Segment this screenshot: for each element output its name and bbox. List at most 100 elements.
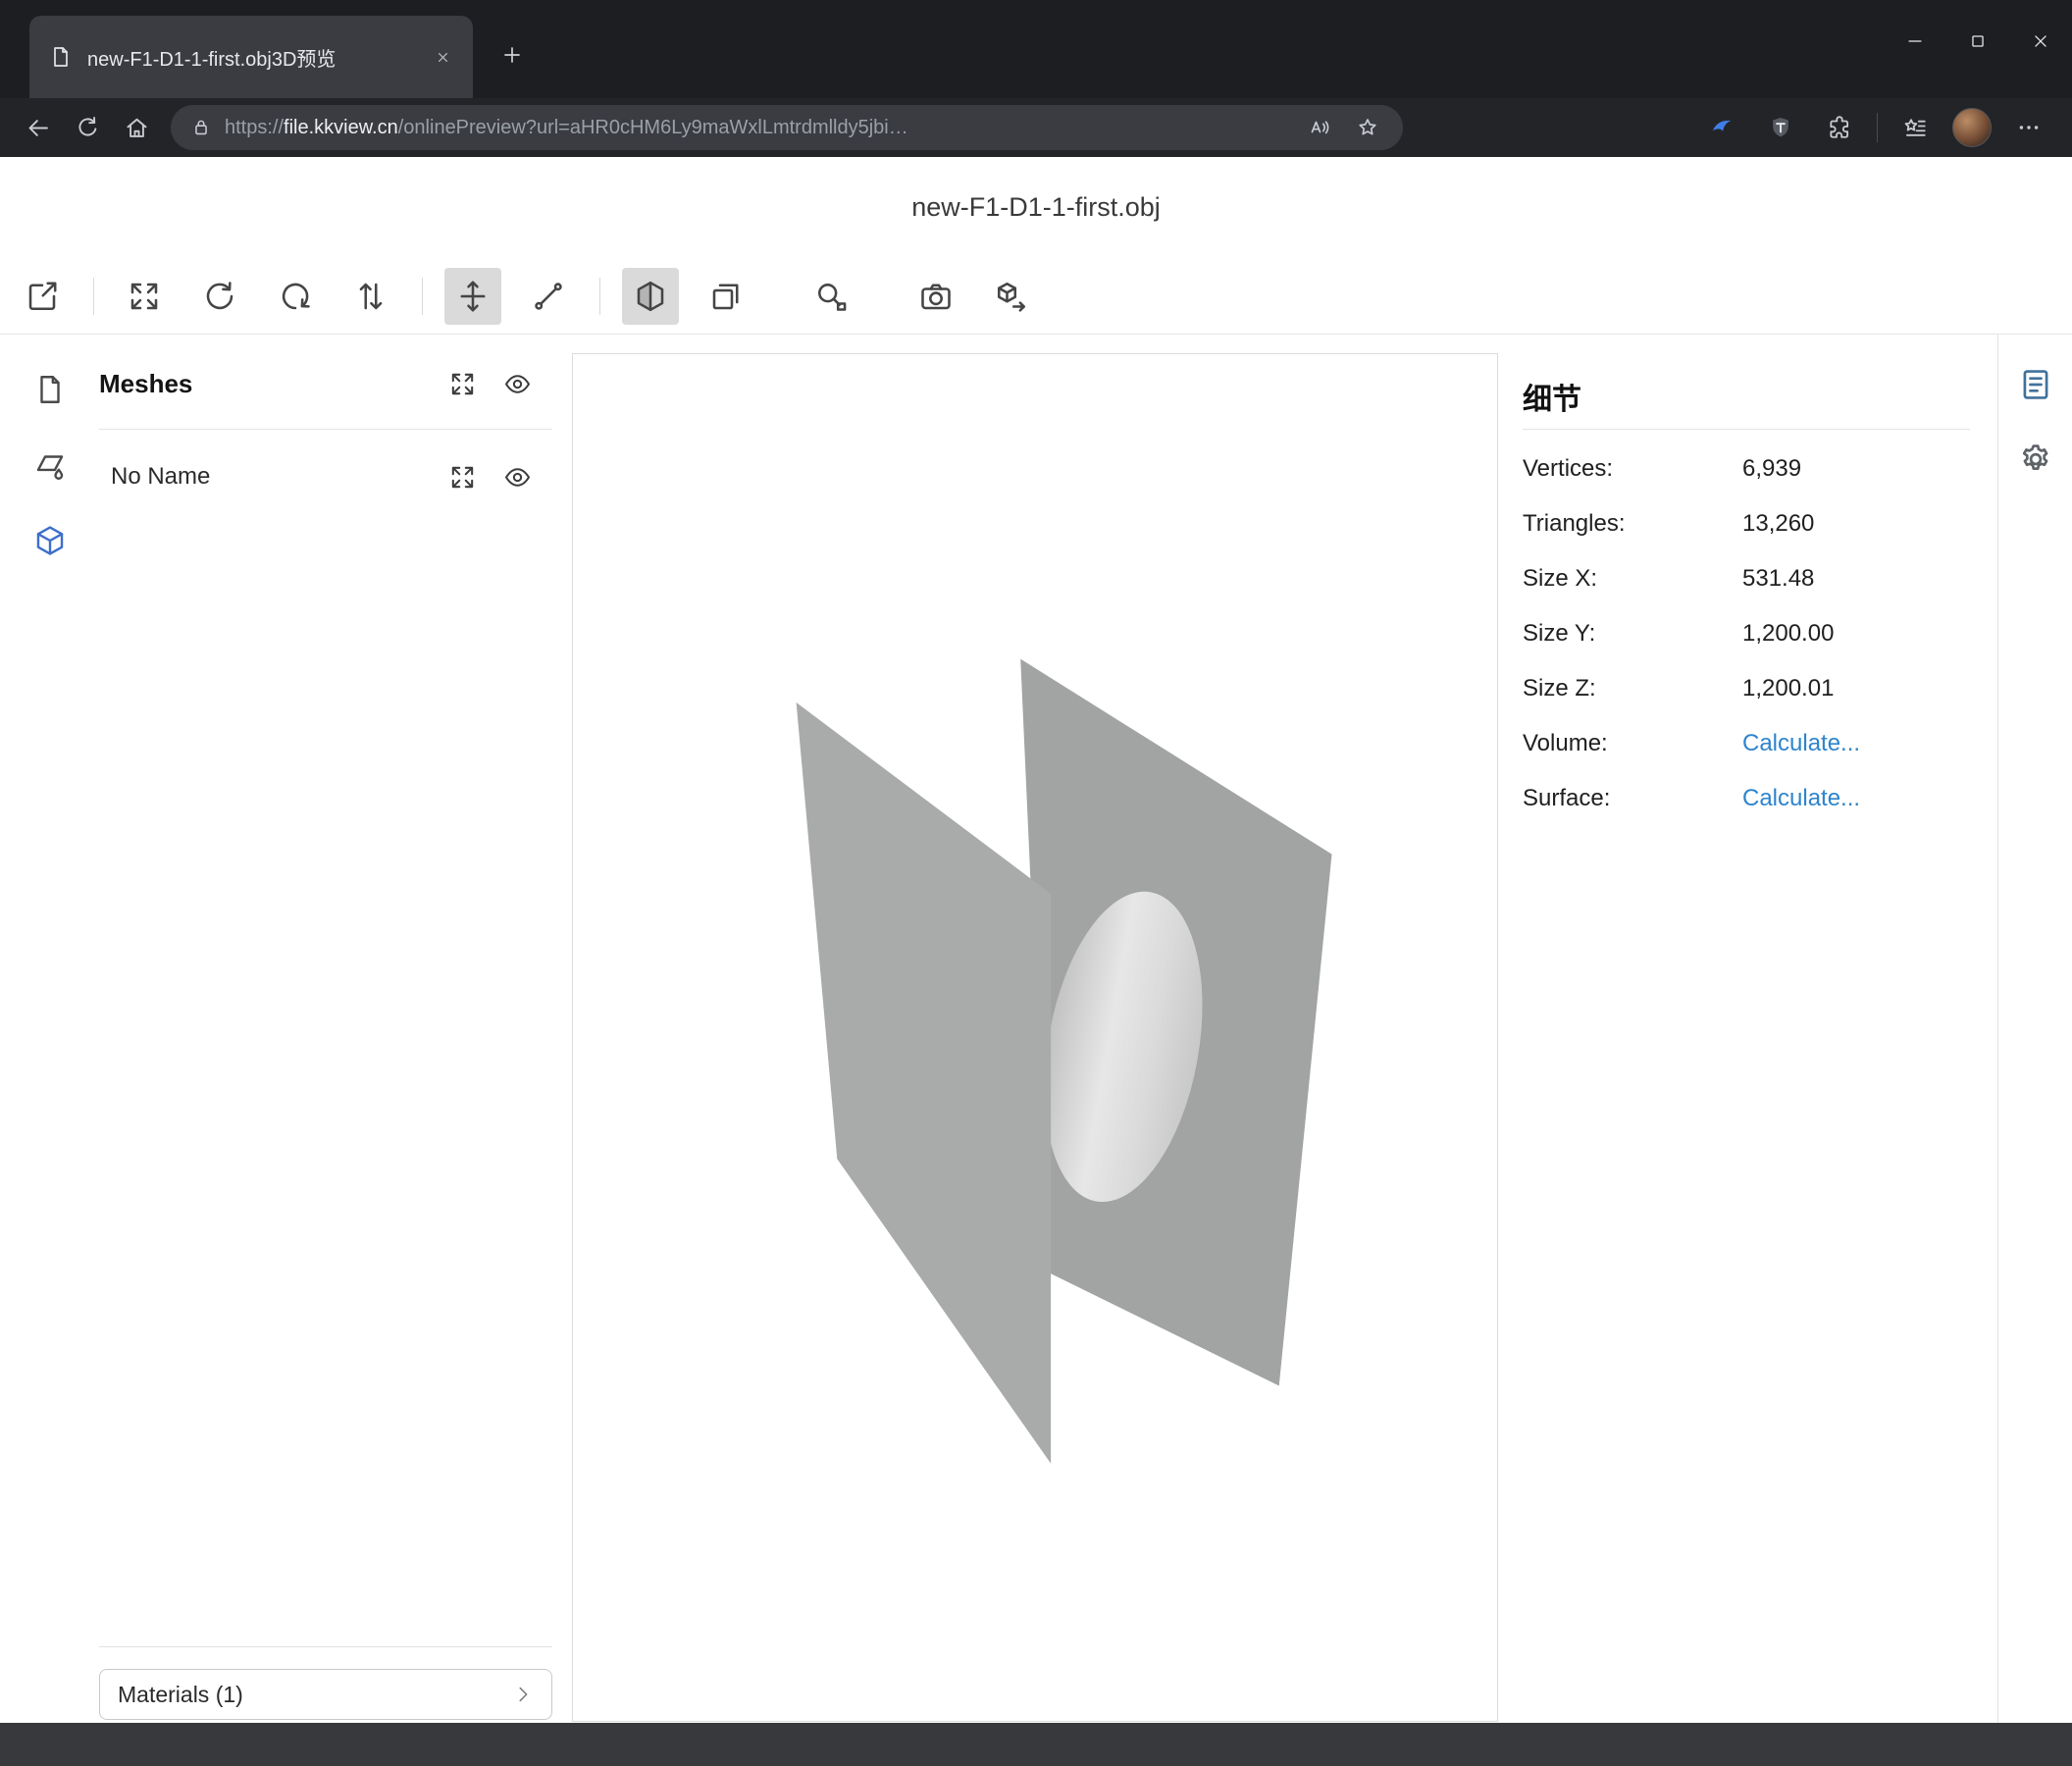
detail-label: Size Y: [1523,620,1742,648]
shield-extension-button[interactable] [1759,106,1802,149]
mesh-list-item[interactable]: No Name [99,453,552,500]
url-path: /onlinePreview?url=aHR0cHM6Ly9maWxlLmtrd… [398,117,908,138]
details-panel-toggle[interactable] [2015,364,2056,405]
copy-view-button[interactable] [698,268,754,325]
detail-value: 1,200.00 [1742,620,1834,648]
flip-vertical-button[interactable] [342,268,399,325]
cube-shaded-icon [633,279,668,314]
refresh-icon [75,115,101,141]
read-aloud-button[interactable] [1302,110,1337,145]
visibility-all-button[interactable] [501,368,533,399]
close-button[interactable] [2009,0,2072,82]
tab-document-icon [49,45,73,69]
bottom-bar [0,1723,2072,1766]
mesh-name: No Name [111,463,210,491]
refresh-button[interactable] [63,104,112,151]
divider [1523,429,1970,430]
back-button[interactable] [14,104,63,151]
export-model-button[interactable] [983,268,1040,325]
profile-avatar[interactable] [1952,108,1992,147]
eye-icon [503,370,532,398]
detail-label: Size Z: [1523,675,1742,702]
add-favorite-button[interactable] [1350,110,1385,145]
rotate-x-button[interactable] [191,268,248,325]
line-icon [531,279,566,314]
copy-icon [708,279,744,314]
measure-button[interactable] [803,268,859,325]
toolbar-separator [93,278,94,315]
detail-row: Surface: Calculate... [1523,771,1970,826]
home-button[interactable] [112,104,161,151]
model-tree-tab[interactable] [28,519,72,562]
materials-button[interactable]: Materials (1) [99,1669,552,1720]
screenshot-button[interactable] [907,268,964,325]
open-model-button[interactable] [14,268,71,325]
favorites-button[interactable] [1893,106,1937,149]
more-menu-icon [2016,115,2042,140]
pan-tool-button[interactable] [444,268,501,325]
detail-value: 531.48 [1742,565,1814,593]
expand-mesh-button[interactable] [446,461,478,493]
extension-blue-icon [1709,115,1735,140]
settings-button[interactable] [2015,439,2056,480]
rotate-x-icon [202,279,237,314]
detail-row: Size X: 531.48 [1523,551,1970,606]
rotate-y-icon [278,279,313,314]
eye-icon [503,463,532,492]
star-icon [1356,116,1379,139]
close-icon [2030,30,2051,52]
fullscreen-button[interactable] [116,268,173,325]
lock-icon[interactable] [190,117,212,138]
line-tool-button[interactable] [520,268,577,325]
flip-vertical-icon [353,279,388,314]
detail-row: Volume: Calculate... [1523,716,1970,771]
materials-label: Materials (1) [118,1682,243,1708]
spacer [99,500,552,1646]
settings-menu-button[interactable] [2007,106,2050,149]
measure-magnifier-icon [813,279,849,314]
materials-tab[interactable] [28,443,72,487]
details-title: 细节 [1523,375,1970,414]
minimize-button[interactable] [1884,0,1946,82]
open-file-icon [25,279,60,314]
rotate-y-button[interactable] [267,268,324,325]
detail-row: Size Y: 1,200.00 [1523,606,1970,661]
extensions-button[interactable] [1818,106,1861,149]
detail-value: 1,200.01 [1742,675,1834,702]
new-tab-button[interactable] [492,35,532,75]
url-text: https://file.kkview.cn/onlinePreview?url… [225,117,1289,139]
detail-label: Size X: [1523,565,1742,593]
tab-close-icon[interactable] [428,42,457,72]
move-icon [455,279,491,314]
meshes-title: Meshes [99,369,192,399]
right-icon-strip [1997,335,2072,1723]
model-viewport[interactable] [572,353,1498,1722]
detail-value: 6,939 [1742,455,1801,483]
calculate-surface-link[interactable]: Calculate... [1742,785,1860,812]
viewer-toolbar [0,258,2072,335]
url-protocol: https:// [225,117,284,138]
maximize-button[interactable] [1946,0,2009,82]
model-3d-scene[interactable] [573,354,1497,1721]
calculate-volume-link[interactable]: Calculate... [1742,730,1860,757]
file-info-tab[interactable] [28,368,72,411]
detail-label: Vertices: [1523,455,1742,483]
shaded-view-button[interactable] [622,268,679,325]
detail-value: 13,260 [1742,510,1814,538]
address-bar[interactable]: https://file.kkview.cn/onlinePreview?url… [171,105,1403,150]
visibility-mesh-button[interactable] [501,461,533,493]
meshes-panel: Meshes No Name Materials (1) [99,335,552,1723]
expand-all-button[interactable] [446,368,478,399]
browser-tab[interactable]: new-F1-D1-1-first.obj3D预览 [29,16,473,98]
extension-blue-button[interactable] [1700,106,1743,149]
maximize-icon [1967,30,1989,52]
export-icon [994,279,1029,314]
viewer-page: new-F1-D1-1-first.obj Meshes [0,157,2072,1723]
fullscreen-icon [127,279,162,314]
favorites-star-icon [1902,115,1928,140]
url-domain: file.kkview.cn [284,117,398,138]
detail-label: Triangles: [1523,510,1742,538]
nav-divider [1877,113,1878,142]
camera-icon [918,279,954,314]
read-aloud-icon [1308,116,1331,139]
